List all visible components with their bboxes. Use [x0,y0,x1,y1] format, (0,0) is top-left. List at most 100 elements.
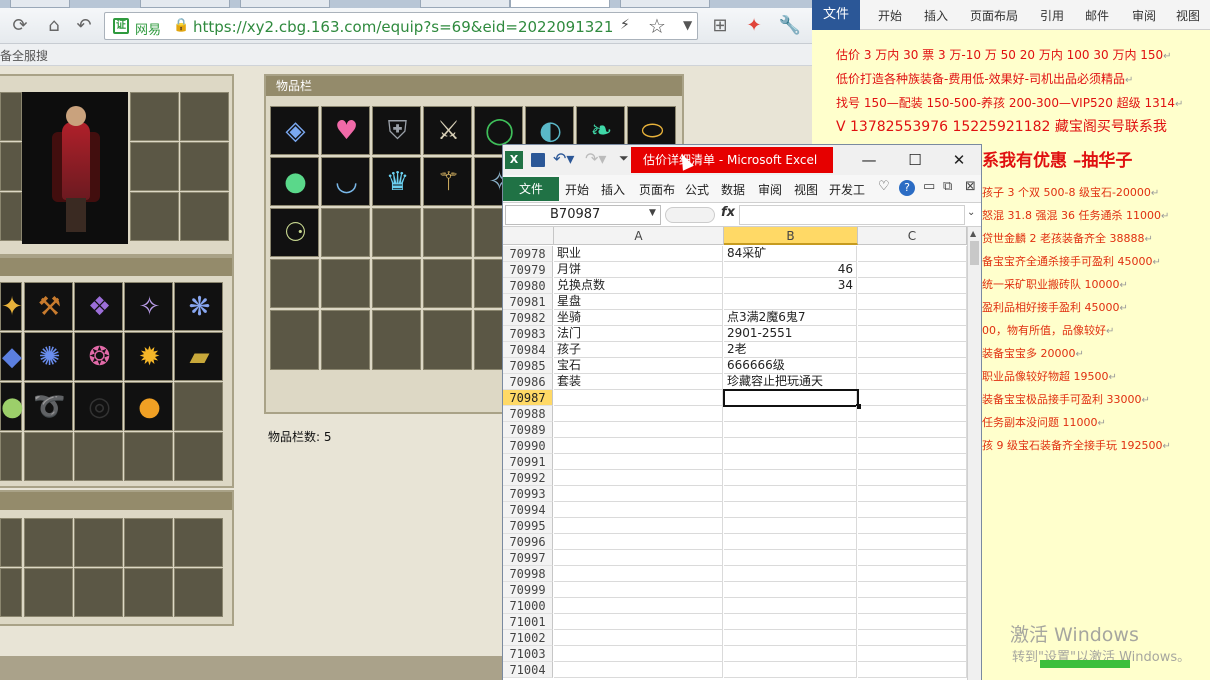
item-slot[interactable] [74,568,123,617]
undo-icon[interactable]: ↶▾ [553,149,574,168]
cell-c[interactable] [858,534,967,550]
item-slot[interactable] [0,568,22,617]
cell-c[interactable] [858,262,967,278]
cell-b[interactable] [724,630,857,646]
spreadsheet-grid[interactable]: A B C 70978 职业 84采矿 70979 月饼 46 70980 兑换点数 34 709… [503,227,967,680]
row-header[interactable]: 71004 [503,662,553,678]
scrollbar-thumb[interactable] [970,241,979,265]
item-slot[interactable]: ❖ [74,282,123,331]
item-slot[interactable]: ❂ [74,332,123,381]
row-header[interactable]: 70988 [503,406,553,422]
item-slot[interactable]: ♛ [372,157,421,206]
maximize-icon[interactable]: ☐ [901,149,929,171]
item-slot[interactable]: ● [0,382,24,431]
item-slot[interactable] [372,208,421,257]
cell-a[interactable] [554,598,723,614]
excel-tab[interactable]: 页面布 [639,181,675,198]
cell-b[interactable] [724,566,857,582]
item-slot[interactable] [372,259,421,308]
cell-b[interactable] [724,518,857,534]
row-header[interactable]: 70989 [503,422,553,438]
cell-b[interactable] [724,582,857,598]
cell-b[interactable] [724,534,857,550]
cell-c[interactable] [858,630,967,646]
cell-b[interactable] [724,294,857,310]
cell-c[interactable] [858,438,967,454]
row-header[interactable]: 71001 [503,614,553,630]
item-slot[interactable] [174,518,223,567]
excel-tab[interactable]: 审阅 [758,181,782,198]
ribbon-close-icon[interactable]: ⊠ [965,179,976,194]
cell-a[interactable] [554,566,723,582]
name-box[interactable]: B70987 [505,205,661,225]
row-header[interactable]: 70992 [503,470,553,486]
item-slot[interactable]: ◡ [321,157,370,206]
select-all-corner[interactable] [503,227,554,245]
cell-c[interactable] [858,662,967,678]
browser-tab[interactable] [620,0,710,8]
chevron-down-icon[interactable]: ▼ [683,18,692,32]
row-header[interactable]: 70991 [503,454,553,470]
column-header-c[interactable]: C [858,227,967,245]
word-tab[interactable]: 插入 [924,7,948,24]
cell-a[interactable] [554,438,723,454]
cell-b[interactable] [724,454,857,470]
function-icon[interactable]: fx [721,205,735,220]
cell-b[interactable]: 84采矿 [724,246,857,262]
cell-a[interactable]: 月饼 [554,262,723,278]
cell-c[interactable] [858,246,967,262]
cell-a[interactable] [554,614,723,630]
cell-c[interactable] [858,518,967,534]
excel-tab[interactable]: 插入 [601,181,625,198]
cell-a[interactable] [554,646,723,662]
row-header[interactable]: 70980 [503,278,553,294]
item-slot[interactable] [321,259,370,308]
equip-slot[interactable] [180,192,229,241]
back-icon[interactable]: ↶ [72,14,96,38]
item-slot[interactable]: ⚒ [24,282,73,331]
bookmark-item[interactable]: 备全服搜 [0,47,48,64]
cell-c[interactable] [858,390,967,406]
cell-a[interactable] [554,550,723,566]
cell-a[interactable]: 星盘 [554,294,723,310]
word-tab[interactable]: 审阅 [1132,7,1156,24]
item-slot[interactable] [423,259,472,308]
cell-a[interactable]: 孩子 [554,342,723,358]
cell-a[interactable]: 职业 [554,246,723,262]
item-slot[interactable] [174,568,223,617]
cell-c[interactable] [858,598,967,614]
formula-input[interactable] [739,205,965,225]
cell-c[interactable] [858,406,967,422]
cell-c[interactable] [858,454,967,470]
cell-a[interactable] [554,582,723,598]
cell-b[interactable] [724,422,857,438]
browser-tab[interactable] [10,0,70,8]
item-slot[interactable]: ♥ [321,106,370,155]
ribbon-collapse-icon[interactable]: ♡ [878,179,890,194]
item-slot[interactable] [124,432,173,481]
minimize-icon[interactable]: — [855,149,883,171]
word-file-tab[interactable]: 文件 [812,0,860,30]
close-icon[interactable]: ✕ [945,149,973,171]
item-slot[interactable] [124,568,173,617]
item-slot[interactable] [24,568,73,617]
cell-c[interactable] [858,358,967,374]
browser-tab[interactable] [240,0,330,8]
cell-b[interactable]: 34 [724,278,857,294]
cell-a[interactable] [554,502,723,518]
equip-slot[interactable] [130,142,179,191]
excel-tab[interactable]: 公式 [685,181,709,198]
row-header[interactable]: 70997 [503,550,553,566]
url-text[interactable]: https://xy2.cbg.163.com/equip?s=69&eid=2… [193,18,613,36]
save-icon[interactable] [531,153,545,167]
star-icon[interactable]: ☆ [648,14,666,38]
item-slot[interactable] [372,310,421,370]
browser-tab[interactable] [420,0,510,8]
item-slot[interactable]: ✺ [24,332,73,381]
row-header[interactable]: 70993 [503,486,553,502]
cell-c[interactable] [858,470,967,486]
row-header[interactable]: 70986 [503,374,553,390]
cell-b[interactable] [724,646,857,662]
item-slot[interactable] [423,208,472,257]
cell-b[interactable] [724,486,857,502]
